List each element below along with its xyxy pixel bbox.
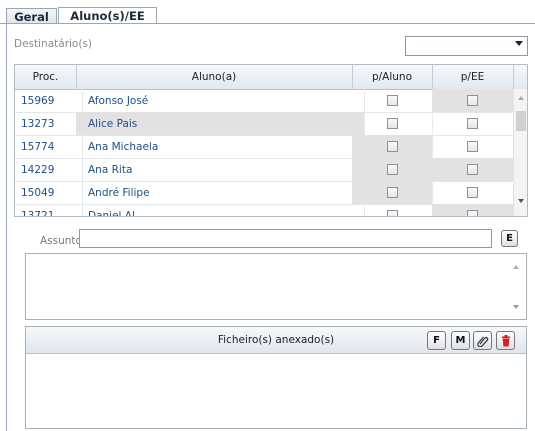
p-aluno-checkbox[interactable] <box>386 187 398 198</box>
header-p-ee[interactable]: p/EE <box>432 65 514 89</box>
f-button[interactable]: F <box>427 331 446 350</box>
cell-p-aluno <box>352 89 433 112</box>
p-aluno-checkbox[interactable] <box>386 141 398 152</box>
p-aluno-checkbox[interactable] <box>386 164 398 175</box>
grid-header: Proc. Aluno(a) p/Aluno p/EE <box>15 65 527 90</box>
table-row[interactable]: 15774 Ana Michaela <box>15 135 514 159</box>
cell-p-ee <box>432 89 514 112</box>
cell-nome: André Filipe <box>76 181 365 204</box>
tab-aluno-ee[interactable]: Aluno(s)/EE <box>58 7 157 24</box>
scroll-down-icon[interactable] <box>518 199 524 203</box>
m-button[interactable]: M <box>451 331 470 350</box>
header-aluno[interactable]: Aluno(a) <box>76 65 353 89</box>
p-aluno-checkbox[interactable] <box>386 95 398 106</box>
cell-nome: Alice Pais <box>76 112 365 135</box>
tab-divider <box>0 23 535 24</box>
assunto-label: Assunto <box>40 235 82 247</box>
cell-p-ee <box>432 181 514 204</box>
chevron-down-icon <box>515 41 523 46</box>
cell-p-ee <box>432 135 514 158</box>
message-textarea[interactable] <box>25 253 527 320</box>
grid-scrollbar[interactable] <box>513 89 527 216</box>
scroll-down-icon[interactable] <box>513 305 519 309</box>
e-button[interactable]: E <box>501 230 518 247</box>
cell-proc: 15774 <box>15 135 83 158</box>
attach-button[interactable] <box>473 331 492 350</box>
cell-proc: 13273 <box>15 112 83 135</box>
cell-proc: 15049 <box>15 181 83 204</box>
p-ee-checkbox[interactable] <box>467 187 478 198</box>
cell-nome: Afonso José <box>76 89 365 112</box>
cell-proc: 15969 <box>15 89 83 112</box>
scroll-thumb[interactable] <box>516 111 526 131</box>
table-row[interactable]: 14229 Ana Rita <box>15 158 514 182</box>
p-aluno-checkbox[interactable] <box>386 210 398 216</box>
delete-button[interactable] <box>496 331 515 350</box>
cell-proc: 13721 <box>15 204 83 216</box>
p-ee-checkbox[interactable] <box>467 95 478 106</box>
cell-p-aluno <box>352 181 433 204</box>
cell-p-aluno <box>352 158 433 181</box>
destinatario-label: Destinatário(s) <box>14 38 93 50</box>
attachments-header: Ficheiro(s) anexado(s) F M <box>26 327 526 354</box>
p-ee-checkbox[interactable] <box>467 210 478 216</box>
header-proc[interactable]: Proc. <box>15 65 77 89</box>
tab-geral[interactable]: Geral <box>6 8 57 24</box>
cell-p-ee <box>432 158 514 181</box>
p-ee-checkbox[interactable] <box>467 118 478 129</box>
cell-proc: 14229 <box>15 158 83 181</box>
table-row[interactable]: 13721 Daniel Al... <box>15 204 514 216</box>
students-grid: Proc. Aluno(a) p/Aluno p/EE 15969 Afonso… <box>14 64 528 217</box>
header-p-aluno[interactable]: p/Aluno <box>352 65 433 89</box>
cell-nome: Daniel Al... <box>76 204 365 216</box>
cell-p-ee <box>432 112 514 135</box>
scroll-up-icon[interactable] <box>518 96 524 100</box>
p-ee-checkbox[interactable] <box>467 164 478 175</box>
table-row[interactable]: 15969 Afonso José <box>15 89 514 113</box>
p-ee-checkbox[interactable] <box>467 141 478 152</box>
table-row[interactable]: 13273 Alice Pais <box>15 112 514 136</box>
cell-p-aluno <box>352 135 433 158</box>
assunto-input[interactable] <box>79 229 492 248</box>
attachments-panel: Ficheiro(s) anexado(s) F M <box>25 326 527 429</box>
panel-left-border <box>6 24 7 431</box>
cell-p-ee <box>432 204 514 216</box>
p-aluno-checkbox[interactable] <box>386 118 398 129</box>
destinatario-select[interactable] <box>405 36 528 56</box>
table-row[interactable]: 15049 André Filipe <box>15 181 514 205</box>
trash-icon <box>501 334 510 346</box>
paperclip-icon <box>476 336 488 347</box>
cell-p-aluno <box>352 112 433 135</box>
cell-p-aluno <box>352 204 433 216</box>
cell-nome: Ana Michaela <box>76 135 365 158</box>
cell-nome: Ana Rita <box>76 158 365 181</box>
scroll-up-icon[interactable] <box>513 265 519 269</box>
